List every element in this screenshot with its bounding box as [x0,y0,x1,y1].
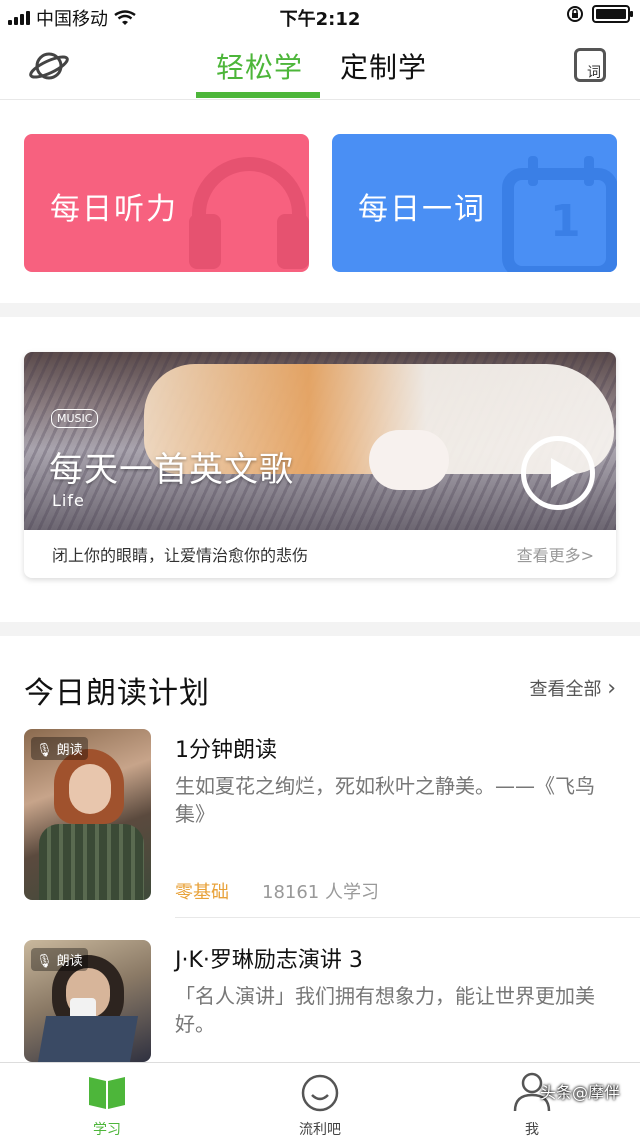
section-title: 今日朗读计划 [24,676,210,711]
tab-me-label: 我 [525,1122,539,1138]
music-title: 每天一首英文歌 [49,450,294,490]
read-badge: 🎙 朗读 [31,737,88,760]
list-item-description: 生如夏花之绚烂，死如秋叶之静美。——《飞鸟集》 [175,774,595,826]
list-item-thumbnail[interactable]: 🎙 朗读 [24,940,151,1062]
list-divider [175,917,640,918]
music-subtitle: Life [52,491,85,510]
bottom-tab-bar: 学习 流利吧 我 头条@摩伴 [0,1062,640,1138]
daily-word-card[interactable]: 1 每日一词 [332,134,617,272]
tab-fluent-bar-label: 流利吧 [299,1122,341,1138]
daily-listening-label: 每日听力 [50,192,178,227]
tab-study-label: 学习 [93,1122,121,1138]
headphones-icon [189,157,309,269]
status-bar: 中国移动 下午2:12 [0,0,640,32]
read-badge-label: 朗读 [56,743,83,758]
learner-count: 18161 人学习 [262,882,379,903]
tab-easy-learn[interactable]: 轻松学 [216,46,303,86]
clock: 下午2:12 [279,9,361,30]
calendar-number: 1 [550,196,581,247]
top-nav: 轻松学 定制学 词 [0,32,640,100]
list-item-title[interactable]: J·K·罗琳励志演讲 3 [175,942,363,974]
chevron-right-icon: › [607,676,616,701]
book-icon [89,1077,125,1109]
watermark: 头条@摩伴 [540,1083,621,1102]
play-icon[interactable] [521,436,595,510]
daily-word-label: 每日一词 [358,192,486,227]
read-badge: 🎙 朗读 [31,948,88,971]
level-tag: 零基础 [175,882,229,903]
section-divider [0,622,640,636]
list-item-description: 「名人演讲」我们拥有想象力，能让世界更加美好。 [175,984,595,1036]
daily-listening-card[interactable]: 每日听力 [24,134,309,272]
section-divider [0,303,640,317]
music-caption: 闭上你的眼睛，让爱情治愈你的悲伤 [52,546,309,565]
planet-icon[interactable] [28,48,70,84]
music-tag: MUSIC [51,409,99,428]
read-badge-label: 朗读 [56,954,83,969]
active-tab-indicator [196,92,320,98]
list-item-thumbnail[interactable]: 🎙 朗读 [24,729,151,900]
music-card[interactable]: MUSIC 每天一首英文歌 Life 闭上你的眼睛，让爱情治愈你的悲伤 查看更多… [24,352,616,578]
view-all-link[interactable]: 查看全部 › [529,675,616,701]
vocabulary-icon-label: 词 [587,65,601,81]
tab-custom-learn[interactable]: 定制学 [340,46,427,86]
battery-icon [592,5,633,23]
music-cover-image [24,352,616,530]
music-more-link[interactable]: 查看更多> [517,542,594,566]
vocabulary-icon[interactable]: 词 [574,48,606,82]
list-item-title[interactable]: 1分钟朗读 [175,732,277,764]
smile-icon [301,1074,339,1112]
rotation-lock-icon [567,6,583,22]
view-all-label: 查看全部 [529,679,602,700]
